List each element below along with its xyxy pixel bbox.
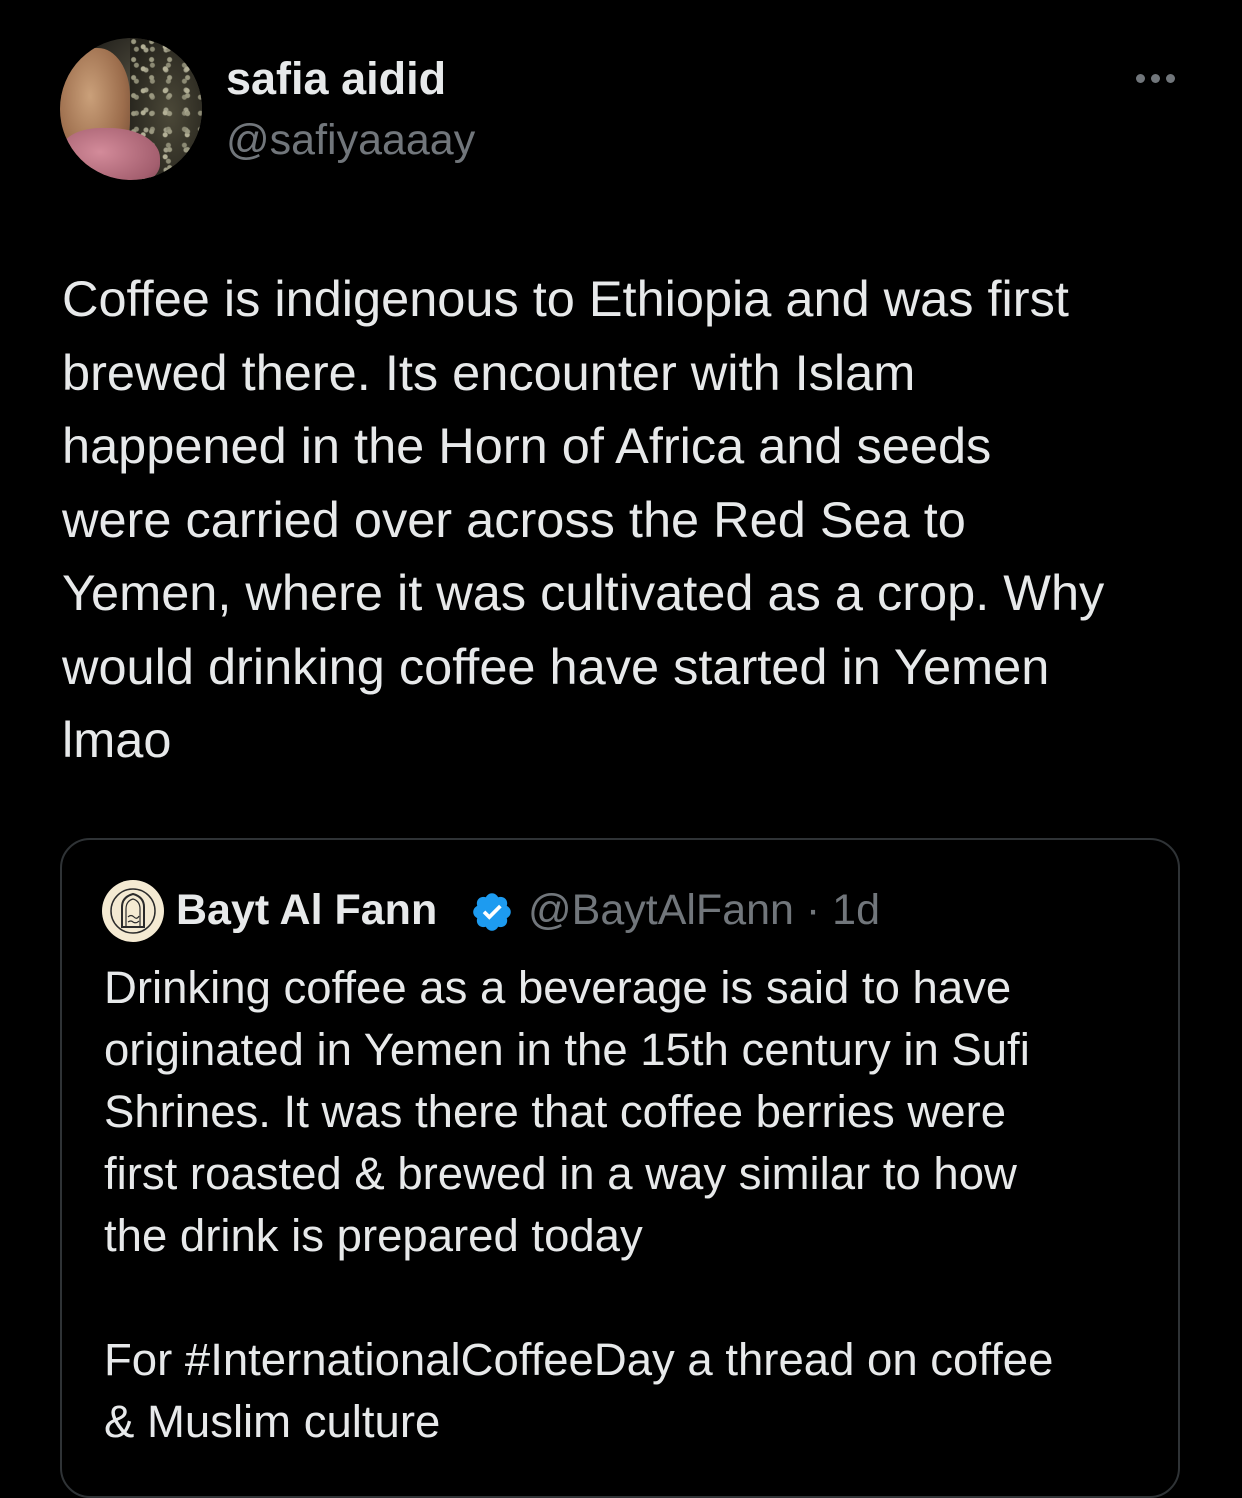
more-horizontal-icon bbox=[1135, 73, 1145, 83]
quoted-tweet-card[interactable]: Bayt Al Fann @BaytAlFann · 1d Drinking c… bbox=[60, 838, 1180, 1498]
quoted-tweet-text: Drinking coffee as a beverage is said to… bbox=[104, 957, 1164, 1453]
quoted-text-line: & Muslim culture bbox=[104, 1396, 441, 1447]
tweet-text-line: Yemen, where it was cultivated as a crop… bbox=[62, 564, 1105, 621]
quoted-text-line: first roasted & brewed in a way similar … bbox=[104, 1148, 1017, 1199]
quoted-text-line: For #InternationalCoffeeDay a thread on … bbox=[104, 1334, 1054, 1385]
quoted-text-line: originated in Yemen in the 15th century … bbox=[104, 1024, 1030, 1075]
bayt-al-fann-logo-icon bbox=[110, 888, 156, 934]
tweet-text-line: would drinking coffee have started in Ye… bbox=[62, 637, 1050, 695]
quoted-author-name[interactable]: Bayt Al Fann bbox=[176, 884, 437, 936]
author-display-name[interactable]: safia aidid bbox=[226, 52, 446, 106]
quoted-text-line: Shrines. It was there that coffee berrie… bbox=[104, 1086, 1007, 1137]
quoted-author-avatar[interactable] bbox=[102, 880, 164, 942]
quoted-text-line: the drink is prepared today bbox=[104, 1210, 643, 1261]
quoted-handle-and-time[interactable]: @BaytAlFann · 1d bbox=[528, 884, 880, 936]
tweet-avatar[interactable] bbox=[60, 38, 202, 180]
tweet-text-line: lmao bbox=[62, 711, 172, 768]
tweet-text-line: happened in the Horn of Africa and seeds bbox=[62, 417, 992, 474]
more-options-button[interactable] bbox=[1128, 64, 1182, 92]
author-handle[interactable]: @safiyaaaay bbox=[226, 114, 475, 166]
quoted-text-blank-line bbox=[104, 1267, 1164, 1329]
tweet-text-line: were carried over across the Red Sea to bbox=[62, 490, 966, 548]
quoted-text-line: Drinking coffee as a beverage is said to… bbox=[104, 962, 1012, 1013]
tweet-text-line: Coffee is indigenous to Ethiopia and was… bbox=[62, 270, 1069, 327]
tweet-text: Coffee is indigenous to Ethiopia and was… bbox=[62, 262, 1202, 777]
tweet-text-line: brewed there. Its encounter with Islam bbox=[62, 343, 916, 401]
verified-badge-icon bbox=[473, 893, 511, 931]
